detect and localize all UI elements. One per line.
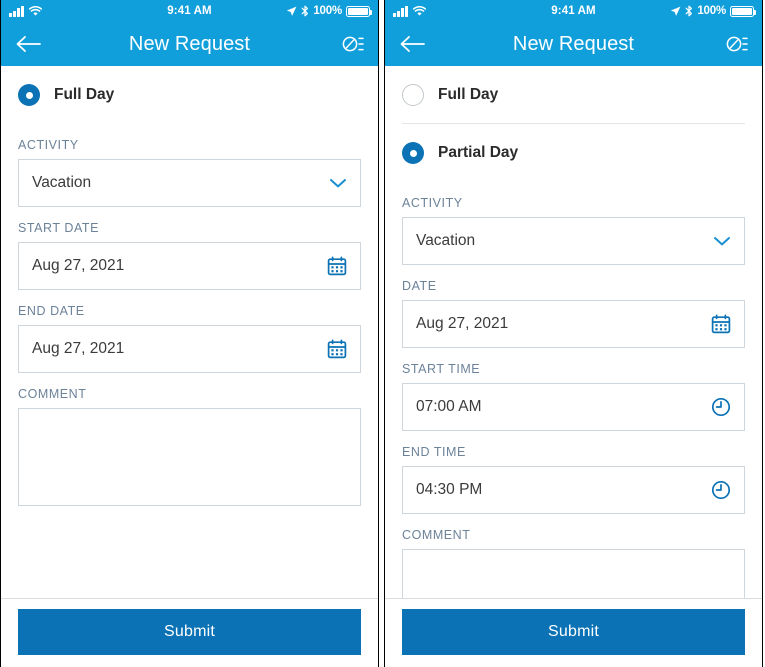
screenshot-stage: 9:41 AM 100% New Request Full Day ACTIVI… [0,0,765,667]
radio-label-partial-day: Partial Day [438,144,519,161]
end-date-value: Aug 27, 2021 [32,340,125,357]
nav-bar: New Request [1,22,378,66]
clock-icon[interactable] [711,397,731,417]
field-date: DATE Aug 27, 2021 [402,265,745,348]
notes-off-button[interactable] [320,34,364,54]
start-time-input[interactable]: 07:00 AM [402,383,745,431]
status-bar-time: 9:41 AM [551,5,596,17]
back-button[interactable] [15,34,59,54]
status-bar-left [9,5,128,17]
field-label-comment: COMMENT [402,528,471,542]
back-arrow-icon [15,34,41,54]
field-label-end-date: END DATE [18,304,85,318]
field-start-time: START TIME 07:00 AM [402,348,745,431]
date-value: Aug 27, 2021 [416,315,509,332]
chevron-down-icon[interactable] [329,177,347,189]
nav-bar: New Request [385,22,762,66]
calendar-icon[interactable] [327,339,347,359]
start-date-input[interactable]: Aug 27, 2021 [18,242,361,290]
phone-screen-full-day: 9:41 AM 100% New Request Full Day ACTIVI… [0,0,379,667]
field-comment: COMMENT [402,514,745,598]
field-end-time: END TIME 04:30 PM [402,431,745,514]
end-time-input[interactable]: 04:30 PM [402,466,745,514]
radio-row-full-day[interactable]: Full Day [18,66,361,124]
submit-button[interactable]: Submit [402,609,745,655]
comment-textarea[interactable] [18,408,361,506]
bluetooth-icon [301,5,309,17]
field-end-date: END DATE Aug 27, 2021 [18,290,361,373]
battery-icon [345,5,373,17]
end-date-input[interactable]: Aug 27, 2021 [18,325,361,373]
field-label-comment: COMMENT [18,387,87,401]
phone-screen-partial-day: 9:41 AM 100% New Request Full Day Partia… [384,0,763,667]
back-arrow-icon [399,34,425,54]
field-label-start-date: START DATE [18,221,99,235]
field-label-start-time: START TIME [402,362,481,376]
field-label-date: DATE [402,279,437,293]
activity-select[interactable]: Vacation [18,159,361,207]
status-bar-left [393,5,512,17]
chevron-down-icon[interactable] [713,235,731,247]
radio-full-day-selected-icon[interactable] [18,84,40,106]
wifi-icon [28,5,42,17]
field-comment: COMMENT [18,373,361,506]
wifi-icon [412,5,426,17]
battery-percent-label: 100% [697,5,726,17]
start-time-value: 07:00 AM [416,398,482,415]
footer-partial-day: Submit [385,598,762,667]
field-label-end-time: END TIME [402,445,466,459]
end-time-value: 04:30 PM [416,481,483,498]
status-bar: 9:41 AM 100% [1,0,378,22]
field-start-date: START DATE Aug 27, 2021 [18,207,361,290]
activity-value: Vacation [416,232,476,249]
location-arrow-icon [286,6,297,17]
start-date-value: Aug 27, 2021 [32,257,125,274]
field-activity: ACTIVITY Vacation [402,182,745,265]
footer-full-day: Submit [1,598,378,667]
signal-bars-icon [393,5,408,17]
clock-icon[interactable] [711,480,731,500]
page-title: New Request [128,32,251,55]
notes-off-button[interactable] [704,34,748,54]
radio-row-full-day[interactable]: Full Day [402,66,745,124]
activity-select[interactable]: Vacation [402,217,745,265]
no-notes-icon [342,34,364,54]
page-title: New Request [512,32,635,55]
calendar-icon[interactable] [711,314,731,334]
radio-full-day-unselected-icon[interactable] [402,83,424,106]
signal-bars-icon [9,5,24,17]
radio-label-full-day: Full Day [438,85,499,103]
status-bar-time: 9:41 AM [167,5,212,17]
status-bar-right: 100% [635,5,757,17]
back-button[interactable] [399,34,443,54]
status-bar: 9:41 AM 100% [385,0,762,22]
date-input[interactable]: Aug 27, 2021 [402,300,745,348]
battery-icon [729,5,757,17]
radio-partial-day-selected-icon[interactable] [402,142,424,164]
battery-percent-label: 100% [313,5,342,17]
calendar-icon[interactable] [327,256,347,276]
submit-button[interactable]: Submit [18,609,361,655]
radio-row-partial-day[interactable]: Partial Day [402,124,745,182]
field-label-activity: ACTIVITY [402,196,463,210]
form-scroll-area-full-day[interactable]: Full Day ACTIVITY Vacation START DATE Au… [1,66,378,598]
no-notes-icon [726,34,748,54]
bottom-spacer [18,506,361,528]
comment-textarea[interactable] [402,549,745,598]
form-scroll-area-partial-day[interactable]: Full Day Partial Day ACTIVITY Vacation D… [385,66,762,598]
bluetooth-icon [685,5,693,17]
radio-label-full-day: Full Day [54,86,115,103]
field-activity: ACTIVITY Vacation [18,124,361,207]
status-bar-right: 100% [251,5,373,17]
field-label-activity: ACTIVITY [18,138,79,152]
activity-value: Vacation [32,174,92,191]
location-arrow-icon [670,6,681,17]
